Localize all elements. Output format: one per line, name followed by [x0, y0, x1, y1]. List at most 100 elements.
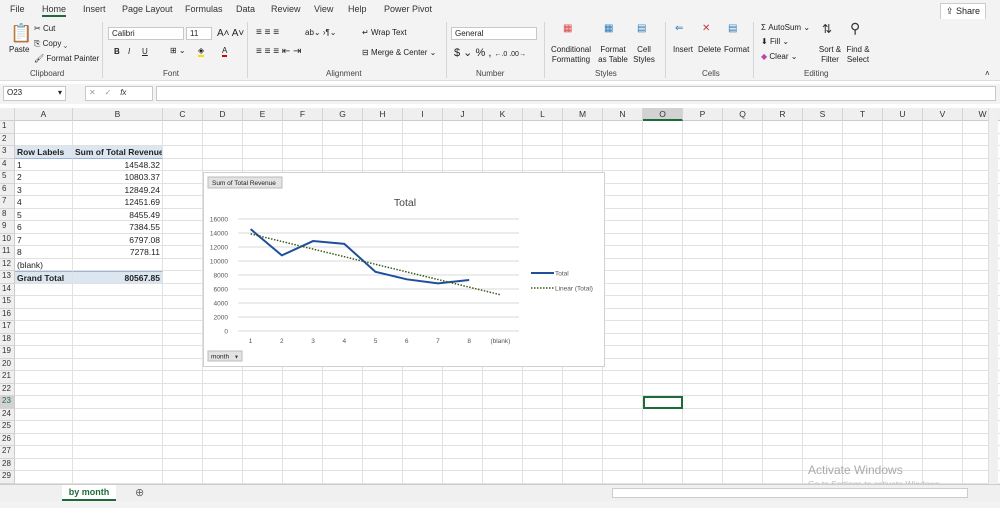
cell-G22[interactable]	[323, 383, 363, 396]
column-header-H[interactable]: H	[363, 108, 403, 121]
cell-Q11[interactable]	[723, 246, 763, 259]
number-format-buttons[interactable]: $ ⌄ % , ←.0 .00→	[454, 46, 526, 59]
cell-Q7[interactable]	[723, 196, 763, 209]
cell-T6[interactable]	[843, 183, 883, 196]
pivot-row-value[interactable]: 14548.32	[73, 158, 163, 171]
cell-K28[interactable]	[483, 458, 523, 471]
cell-V3[interactable]	[923, 146, 963, 159]
cell-K21[interactable]	[483, 371, 523, 384]
cell-R23[interactable]	[763, 396, 803, 409]
cell-N13[interactable]	[603, 271, 643, 284]
cell-M22[interactable]	[563, 383, 603, 396]
cell-A1[interactable]	[15, 121, 73, 134]
row-header-12[interactable]: 12	[0, 258, 15, 271]
cell-O21[interactable]	[643, 371, 683, 384]
cell-C23[interactable]	[163, 396, 203, 409]
cell-B20[interactable]	[73, 358, 163, 371]
cell-I27[interactable]	[403, 446, 443, 459]
cell-O27[interactable]	[643, 446, 683, 459]
cell-N23[interactable]	[603, 396, 643, 409]
row-header-22[interactable]: 22	[0, 383, 15, 396]
column-header-A[interactable]: A	[15, 108, 73, 121]
formula-input[interactable]	[156, 86, 996, 101]
cell-R1[interactable]	[763, 121, 803, 134]
cell-T13[interactable]	[843, 271, 883, 284]
cell-L27[interactable]	[523, 446, 563, 459]
cell-T9[interactable]	[843, 221, 883, 234]
cell-T16[interactable]	[843, 308, 883, 321]
cell-S3[interactable]	[803, 146, 843, 159]
cell-T10[interactable]	[843, 233, 883, 246]
cell-N1[interactable]	[603, 121, 643, 134]
cell-H2[interactable]	[363, 133, 403, 146]
cell-F21[interactable]	[283, 371, 323, 384]
cell-M1[interactable]	[563, 121, 603, 134]
cell-O1[interactable]	[643, 121, 683, 134]
pivot-row-value[interactable]: 12451.69	[73, 196, 163, 209]
cell-Q10[interactable]	[723, 233, 763, 246]
cell-L4[interactable]	[523, 158, 563, 171]
cell-C3[interactable]	[163, 146, 203, 159]
cell-V11[interactable]	[923, 246, 963, 259]
cell-U17[interactable]	[883, 321, 923, 334]
cell-H26[interactable]	[363, 433, 403, 446]
cell-N20[interactable]	[603, 358, 643, 371]
cell-A18[interactable]	[15, 333, 73, 346]
cell-B21[interactable]	[73, 371, 163, 384]
cell-V9[interactable]	[923, 221, 963, 234]
cell-V23[interactable]	[923, 396, 963, 409]
menu-tab-page-layout[interactable]: Page Layout	[122, 4, 173, 14]
cell-V17[interactable]	[923, 321, 963, 334]
row-header-24[interactable]: 24	[0, 408, 15, 421]
cell-V26[interactable]	[923, 433, 963, 446]
cell-U20[interactable]	[883, 358, 923, 371]
cell-T7[interactable]	[843, 196, 883, 209]
cell-C4[interactable]	[163, 158, 203, 171]
cell-Q17[interactable]	[723, 321, 763, 334]
row-header-20[interactable]: 20	[0, 358, 15, 371]
cell-U3[interactable]	[883, 146, 923, 159]
cell-N14[interactable]	[603, 283, 643, 296]
cell-Q19[interactable]	[723, 346, 763, 359]
cell-O22[interactable]	[643, 383, 683, 396]
cell-N18[interactable]	[603, 333, 643, 346]
cell-N11[interactable]	[603, 246, 643, 259]
cell-H25[interactable]	[363, 421, 403, 434]
cell-P5[interactable]	[683, 171, 723, 184]
cell-K23[interactable]	[483, 396, 523, 409]
cell-R4[interactable]	[763, 158, 803, 171]
cell-O6[interactable]	[643, 183, 683, 196]
pivot-row-label[interactable]: 8	[15, 246, 73, 259]
row-header-29[interactable]: 29	[0, 471, 15, 484]
pivot-values-header[interactable]: Sum of Total Revenue	[73, 146, 163, 159]
selected-cell[interactable]	[643, 396, 683, 409]
cell-B17[interactable]	[73, 321, 163, 334]
cell-N5[interactable]	[603, 171, 643, 184]
cell-U10[interactable]	[883, 233, 923, 246]
cell-P15[interactable]	[683, 296, 723, 309]
cell-R9[interactable]	[763, 221, 803, 234]
cell-K22[interactable]	[483, 383, 523, 396]
column-header-K[interactable]: K	[483, 108, 523, 121]
cell-R22[interactable]	[763, 383, 803, 396]
format-cells-button[interactable]: Format	[724, 45, 749, 54]
cell-P2[interactable]	[683, 133, 723, 146]
cell-N26[interactable]	[603, 433, 643, 446]
row-header-23[interactable]: 23	[0, 396, 15, 409]
cell-C19[interactable]	[163, 346, 203, 359]
pivot-row-label[interactable]: 1	[15, 158, 73, 171]
cell-P18[interactable]	[683, 333, 723, 346]
sort-filter-button[interactable]: Sort & Filter	[818, 45, 842, 65]
cell-I22[interactable]	[403, 383, 443, 396]
cell-T1[interactable]	[843, 121, 883, 134]
cell-C7[interactable]	[163, 196, 203, 209]
column-header-G[interactable]: G	[323, 108, 363, 121]
cell-A25[interactable]	[15, 421, 73, 434]
cell-Q26[interactable]	[723, 433, 763, 446]
cell-E24[interactable]	[243, 408, 283, 421]
row-header-25[interactable]: 25	[0, 421, 15, 434]
select-all-button[interactable]	[0, 108, 15, 121]
cell-S27[interactable]	[803, 446, 843, 459]
cell-C26[interactable]	[163, 433, 203, 446]
cell-O12[interactable]	[643, 258, 683, 271]
